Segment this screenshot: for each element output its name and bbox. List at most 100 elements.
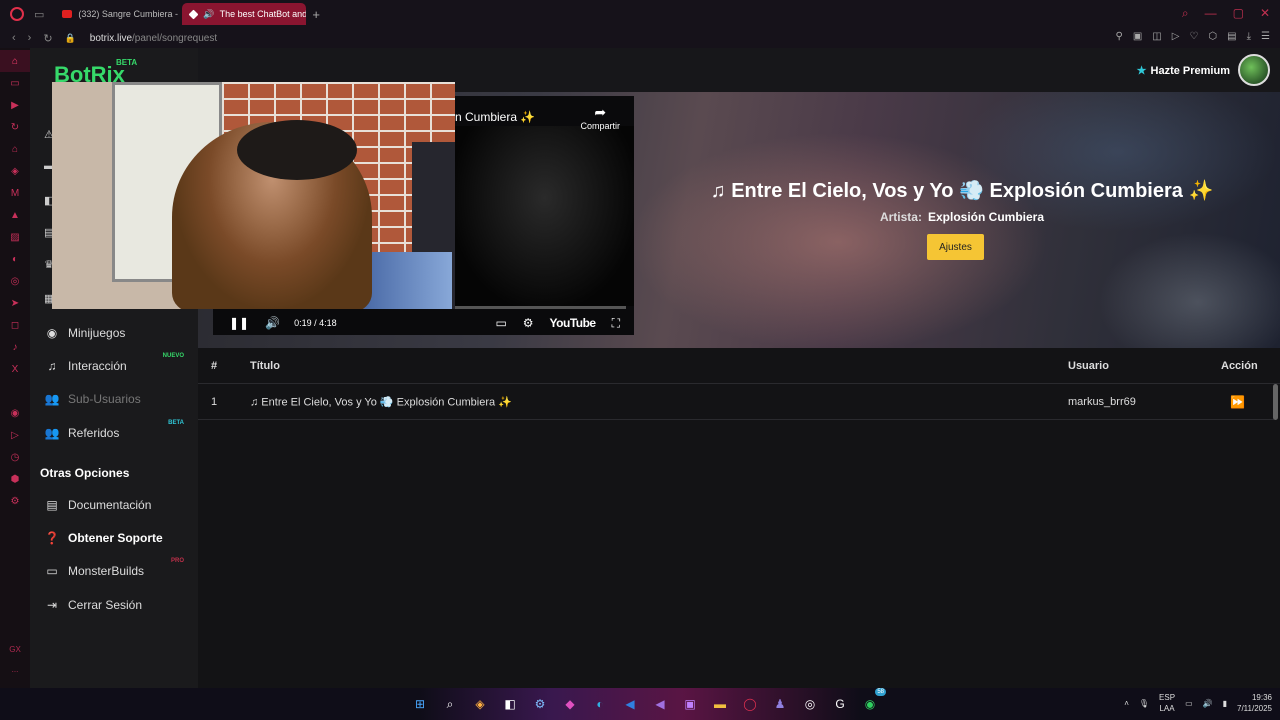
snapshot-icon[interactable]: ▣ — [1133, 31, 1142, 42]
col-user: Usuario — [1068, 359, 1109, 372]
music-player-icon[interactable]: ◉ — [0, 402, 30, 424]
close-icon[interactable]: ✕ — [1260, 6, 1270, 21]
download-icon[interactable]: ⤓ — [1247, 31, 1251, 42]
sidebar-item-label: Obtener Soporte — [68, 531, 163, 545]
minimize-icon[interactable]: — — [1205, 6, 1217, 21]
artist-line: Artista: Explosión Cumbiera — [692, 210, 1232, 224]
pause-icon[interactable]: ❚❚ — [229, 316, 249, 330]
x-icon[interactable]: X — [0, 358, 30, 380]
new-tab-button[interactable]: + — [312, 7, 320, 22]
telegram-icon[interactable]: ➤ — [0, 292, 30, 314]
fullscreen-icon[interactable]: ⛶ — [612, 316, 620, 331]
clock[interactable]: 19:36 7/11/2025 — [1237, 692, 1272, 714]
search-tabs-icon[interactable]: ⌕ — [1182, 6, 1189, 21]
whatsapp-icon[interactable]: ◎ — [0, 270, 30, 292]
ms365-icon[interactable]: ◆ — [560, 694, 580, 714]
url-field[interactable]: botrix.live/panel/songrequest — [90, 33, 217, 44]
instagram-icon[interactable]: ◻ — [0, 314, 30, 336]
user-group-icon: 👥 — [44, 426, 60, 440]
gamepad-icon[interactable]: ◈ — [0, 160, 30, 182]
video-title[interactable]: n Cumbiera ✨ — [455, 110, 535, 124]
tab-youtube[interactable]: (332) Sangre Cumbiera - — [54, 3, 178, 25]
vscode-icon[interactable]: ◀ — [620, 694, 640, 714]
opera-gx-icon[interactable]: ◯ — [740, 694, 760, 714]
network-icon[interactable]: ▭ — [1185, 699, 1193, 708]
language-indicator[interactable]: ESP LAA — [1159, 692, 1175, 714]
sidebar-item-documentacion[interactable]: ▤ Documentación — [42, 492, 194, 518]
sidebar-item-label: Documentación — [68, 498, 152, 512]
captions-icon[interactable]: ▭ — [495, 316, 506, 330]
avatar[interactable] — [1238, 54, 1270, 86]
gear-icon[interactable]: ⚙ — [523, 316, 534, 330]
tab-botrix[interactable]: 🔊 The best ChatBot and — [182, 3, 307, 25]
taskbar: ⊞ ⌕ ◈ ◧ ⚙ ◆ ◐ ◀ ◀ ▣ ▬ ◯ ♟ ◎ G ◉ 58 ˄ 🎙 ES… — [0, 688, 1280, 720]
sidebar-item-monsterbuilds[interactable]: ▭ MonsterBuilds PRO — [42, 558, 194, 584]
scrollbar[interactable] — [1273, 384, 1278, 420]
search-icon[interactable]: ⌕ — [440, 694, 460, 714]
clock-icon[interactable]: ◷ — [0, 446, 30, 468]
play-icon[interactable]: ▷ — [1172, 31, 1180, 42]
tiktok-icon[interactable]: ♪ — [0, 336, 30, 358]
extensions-icon[interactable]: ⬢ — [0, 468, 30, 490]
wallet-icon[interactable]: ▤ — [1227, 31, 1236, 42]
sidebar-item-minijuegos[interactable]: ◉ Minijuegos — [42, 320, 194, 346]
menu-icon[interactable]: ☰ — [1261, 31, 1270, 42]
volume-icon[interactable]: 🔊 — [1203, 699, 1213, 708]
store-icon[interactable]: ◧ — [500, 694, 520, 714]
chevron-up-icon[interactable]: ˄ — [1124, 699, 1129, 708]
tab-islands-icon[interactable]: ▭ — [0, 72, 30, 94]
sidebar-item-referidos[interactable]: 👥 Referidos BETA — [42, 420, 194, 446]
history-icon[interactable]: ↻ — [0, 116, 30, 138]
twitch-icon[interactable]: ▨ — [0, 226, 30, 248]
video-controls: ❚❚ 🔊 0:19 / 4:18 ▭ ⚙ YouTube ⛶ — [213, 312, 634, 334]
home-icon[interactable]: ⌂ — [0, 50, 30, 72]
lock-icon[interactable]: 🔒 — [65, 33, 76, 44]
extensions-icon[interactable]: ⬡ — [1208, 31, 1217, 42]
sidebar-item-soporte[interactable]: ❓ Obtener Soporte — [42, 525, 194, 551]
volume-icon[interactable]: 🔊 — [265, 316, 280, 330]
speaker-icon[interactable]: 🔊 — [203, 9, 214, 20]
pin-icon[interactable]: ⚲ — [1116, 31, 1123, 42]
battery-icon[interactable]: ▮ — [1223, 699, 1227, 708]
skip-icon[interactable]: ⏩ — [1230, 395, 1245, 409]
heart-icon[interactable]: ♡ — [1189, 31, 1198, 42]
start-icon[interactable]: ⊞ — [410, 694, 430, 714]
share-button[interactable]: ➦ Compartir — [580, 104, 620, 131]
more-icon[interactable]: ... — [0, 660, 30, 680]
gx-label[interactable]: GX — [0, 640, 30, 660]
opera-logo-icon[interactable] — [10, 7, 24, 21]
settings-app-icon[interactable]: ⚙ — [530, 694, 550, 714]
player-icon[interactable]: ▶ — [0, 94, 30, 116]
settings-icon[interactable]: ⚙ — [0, 490, 30, 512]
forward-icon[interactable]: › — [28, 32, 32, 44]
sidebar-item-sub-usuarios[interactable]: 👥 Sub-Usuarios — [42, 386, 194, 412]
back-icon[interactable]: ‹ — [12, 32, 16, 44]
logitech-icon[interactable]: G — [830, 694, 850, 714]
premium-button[interactable]: ★ Hazte Premium — [1137, 64, 1230, 77]
send-icon[interactable]: ▷ — [0, 424, 30, 446]
table-row[interactable]: 1 ♫ Entre El Cielo, Vos y Yo 💨 Explosión… — [198, 384, 1274, 420]
messenger-icon[interactable]: ◐ — [0, 248, 30, 270]
gmail-icon[interactable]: M — [0, 182, 30, 204]
youtube-logo[interactable]: YouTube — [550, 316, 597, 330]
settings-button[interactable]: Ajustes — [927, 234, 984, 260]
teams-icon[interactable]: ♟ — [770, 694, 790, 714]
rider-icon[interactable]: ▣ — [680, 694, 700, 714]
reload-icon[interactable]: ↻ — [43, 32, 52, 45]
tab-manager-icon[interactable]: ▭ — [34, 8, 44, 21]
screenshot-icon[interactable]: ◫ — [1152, 31, 1161, 42]
maximize-icon[interactable]: ▢ — [1233, 6, 1244, 21]
microphone-icon[interactable]: 🎙 — [1139, 699, 1149, 708]
sidebar-item-interaccion[interactable]: ♫ Interacción NUEVO — [42, 353, 194, 379]
edge-icon[interactable]: ◐ — [590, 694, 610, 714]
file-explorer-icon[interactable]: ▬ — [710, 694, 730, 714]
visual-studio-icon[interactable]: ◀ — [650, 694, 670, 714]
sidebar-item-cerrar-sesion[interactable]: ⇥ Cerrar Sesión — [42, 592, 194, 618]
row-num: 1 — [211, 395, 218, 408]
aria-icon[interactable]: ▲ — [0, 204, 30, 226]
bag-icon[interactable]: ⌂ — [0, 138, 30, 160]
whatsapp-icon[interactable]: ◉ 58 — [860, 688, 886, 714]
copilot-icon[interactable]: ◈ — [470, 694, 490, 714]
steam-icon[interactable]: ◎ — [800, 694, 820, 714]
